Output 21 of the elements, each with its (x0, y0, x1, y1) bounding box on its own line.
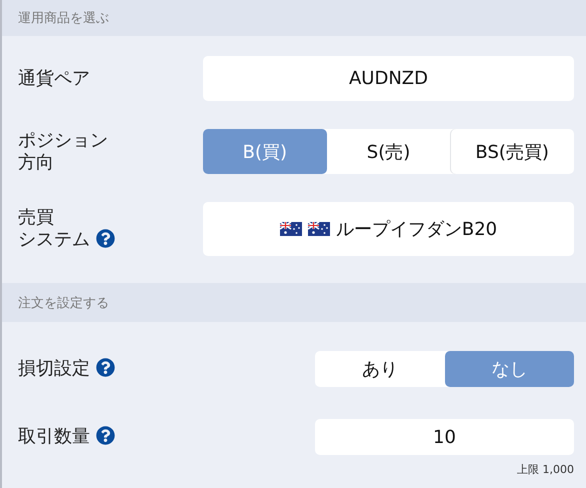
field-label: 取引数量 (18, 426, 90, 448)
field-label: 損切設定 (18, 358, 90, 380)
quantity-field[interactable]: 10 (315, 419, 574, 455)
field-label: 方向 (18, 152, 54, 174)
flag-icon (280, 222, 302, 236)
section-title: 運用商品を選ぶ (18, 10, 109, 27)
option-button[interactable]: S(売) (326, 129, 450, 174)
flag-icon (308, 222, 330, 236)
help-icon[interactable] (96, 228, 115, 248)
help-icon[interactable] (96, 426, 115, 445)
field-label: 売買 (18, 207, 54, 229)
help-icon[interactable] (96, 358, 115, 377)
field-label: 通貨ペア (18, 68, 90, 90)
section-title: 注文を設定する (18, 294, 109, 312)
option-button[interactable]: BS(売買) (450, 129, 574, 174)
field-label: ポジション (18, 130, 108, 152)
field-label: システム (18, 229, 90, 251)
currency-pair-field[interactable]: AUDNZD (203, 56, 574, 101)
option-button[interactable]: あり (315, 351, 444, 387)
limit-note: 上限 1,000 (517, 462, 574, 477)
system-field[interactable]: ループイフダンB20 (203, 202, 574, 256)
